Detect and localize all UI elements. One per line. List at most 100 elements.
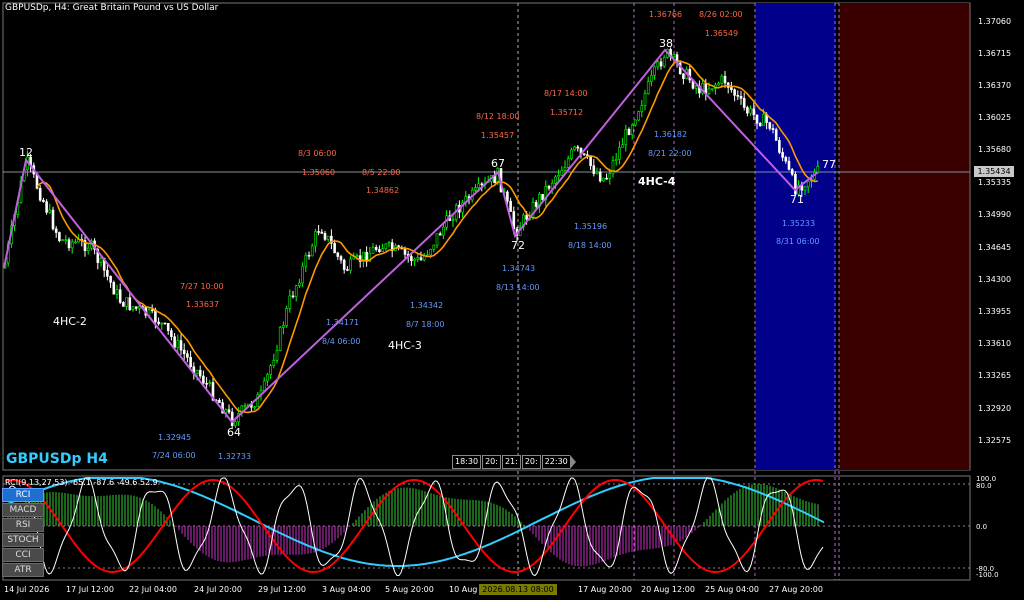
candle-body bbox=[576, 146, 580, 149]
low-time-label: 8/4 06:00 bbox=[322, 337, 360, 346]
candle-body bbox=[288, 295, 292, 309]
candle-body bbox=[525, 214, 528, 220]
candle-body bbox=[768, 122, 772, 129]
time-tick: 29 Jul 12:00 bbox=[258, 585, 306, 594]
wave-count-label: 12 bbox=[19, 146, 33, 159]
candle-body bbox=[554, 176, 557, 184]
pattern-label: 4HC-2 bbox=[53, 315, 87, 328]
candle-body bbox=[746, 107, 749, 114]
time-box-current[interactable]: 22:30 bbox=[541, 455, 576, 469]
time-tick: 22 Jul 04:00 bbox=[129, 585, 177, 594]
candle-body bbox=[416, 257, 420, 260]
pattern-label: 4HC-4 bbox=[638, 175, 676, 188]
candle-body bbox=[314, 231, 317, 247]
tab-stoch[interactable]: STOCH bbox=[2, 533, 44, 547]
candle-body bbox=[99, 257, 103, 263]
low-price-label: 1.34743 bbox=[502, 264, 535, 273]
high-price-label: 1.35712 bbox=[550, 108, 583, 117]
candle-body bbox=[563, 167, 567, 171]
wave-count-label: 64 bbox=[227, 426, 241, 439]
candle-body bbox=[653, 66, 656, 76]
low-price-label: 1.35196 bbox=[574, 222, 607, 231]
candle-body bbox=[794, 174, 797, 195]
candle-body bbox=[198, 369, 202, 377]
candle-body bbox=[582, 153, 586, 156]
current-price-tag: 1.35434 bbox=[974, 166, 1014, 177]
price-tick: 1.34990 bbox=[978, 210, 1011, 219]
candle-body bbox=[403, 248, 407, 255]
tab-rci[interactable]: RCI bbox=[2, 488, 44, 502]
price-tick: 1.35335 bbox=[978, 178, 1011, 187]
candle-body bbox=[48, 209, 52, 213]
time-tick: 24 Jul 20:00 bbox=[194, 585, 242, 594]
candle-body bbox=[189, 357, 192, 368]
candle-body bbox=[608, 173, 612, 179]
candle-body bbox=[560, 169, 564, 176]
candle-body bbox=[781, 152, 784, 158]
candle-body bbox=[310, 245, 314, 257]
price-tick: 1.33955 bbox=[978, 307, 1011, 316]
price-tick: 1.33265 bbox=[978, 371, 1011, 380]
candle-body bbox=[253, 406, 256, 409]
time-tick: 25 Aug 04:00 bbox=[705, 585, 759, 594]
candle-body bbox=[112, 282, 116, 295]
candle-body bbox=[381, 248, 384, 253]
time-box[interactable]: 18:30 bbox=[452, 455, 482, 469]
candle-body bbox=[51, 209, 55, 230]
high-price-label: 1.36766 bbox=[649, 10, 682, 19]
candle-body bbox=[762, 113, 765, 127]
candle-body bbox=[771, 128, 775, 130]
candle-body bbox=[54, 228, 58, 233]
candle-body bbox=[70, 241, 74, 249]
time-box[interactable]: 20: bbox=[482, 455, 501, 469]
candle-body bbox=[787, 160, 791, 170]
candle-body bbox=[115, 289, 119, 295]
candle-body bbox=[592, 165, 596, 174]
price-tick: 1.34300 bbox=[978, 275, 1011, 284]
candle-body bbox=[61, 239, 64, 242]
candle-body bbox=[429, 249, 432, 256]
candle-body bbox=[643, 93, 647, 106]
osc-tick: 0.0 bbox=[976, 523, 987, 531]
osc-tick: 80.0 bbox=[976, 482, 992, 490]
time-box[interactable]: 20: bbox=[521, 455, 541, 469]
candle-body bbox=[326, 235, 330, 240]
candle-body bbox=[602, 177, 605, 182]
tab-macd[interactable]: MACD bbox=[2, 503, 44, 517]
low-price-label: 1.36182 bbox=[654, 130, 687, 139]
main-chart[interactable]: 1.37060 1.36715 1.36370 1.36025 1.35680 … bbox=[0, 0, 1024, 600]
candle-body bbox=[694, 85, 698, 89]
tab-atr[interactable]: ATR bbox=[2, 563, 44, 577]
candle-body bbox=[74, 241, 77, 244]
time-box-row: 18:30 20: 21: 20: 22:30 bbox=[452, 455, 576, 469]
candle-body bbox=[758, 122, 762, 127]
candle-body bbox=[547, 186, 551, 189]
candle-body bbox=[317, 231, 320, 233]
candle-body bbox=[131, 306, 135, 311]
high-time-label: 8/26 02:00 bbox=[699, 10, 743, 19]
price-axis: 1.37060 1.36715 1.36370 1.36025 1.35680 … bbox=[978, 17, 1011, 445]
candle-body bbox=[218, 399, 221, 403]
high-time-label: 8/17 14:00 bbox=[544, 89, 588, 98]
high-time-label: 8/12 18:00 bbox=[476, 112, 520, 121]
candle-body bbox=[509, 200, 512, 212]
time-box[interactable]: 21: bbox=[501, 455, 521, 469]
candle-body bbox=[285, 308, 288, 326]
candle-body bbox=[650, 75, 653, 82]
time-tick: 3 Aug 04:00 bbox=[322, 585, 371, 594]
candle-body bbox=[646, 81, 650, 94]
price-tick: 1.35680 bbox=[978, 145, 1011, 154]
candle-body bbox=[106, 269, 109, 277]
tab-cci[interactable]: CCI bbox=[2, 548, 44, 562]
high-price-label: 1.35060 bbox=[302, 168, 335, 177]
wave-count-label: 77 bbox=[822, 158, 836, 171]
symbol-badge: GBPUSDp H4 bbox=[6, 451, 108, 467]
tab-rsi[interactable]: RSI bbox=[2, 518, 44, 532]
time-tick: 17 Jul 12:00 bbox=[66, 585, 114, 594]
candle-body bbox=[182, 349, 186, 355]
candle-body bbox=[752, 108, 756, 116]
crosshair-date-label: 2026.08.13 08:00 bbox=[479, 584, 557, 595]
low-time-label: 8/18 14:00 bbox=[568, 241, 612, 250]
candle-body bbox=[755, 114, 759, 124]
candle-body bbox=[803, 186, 807, 191]
